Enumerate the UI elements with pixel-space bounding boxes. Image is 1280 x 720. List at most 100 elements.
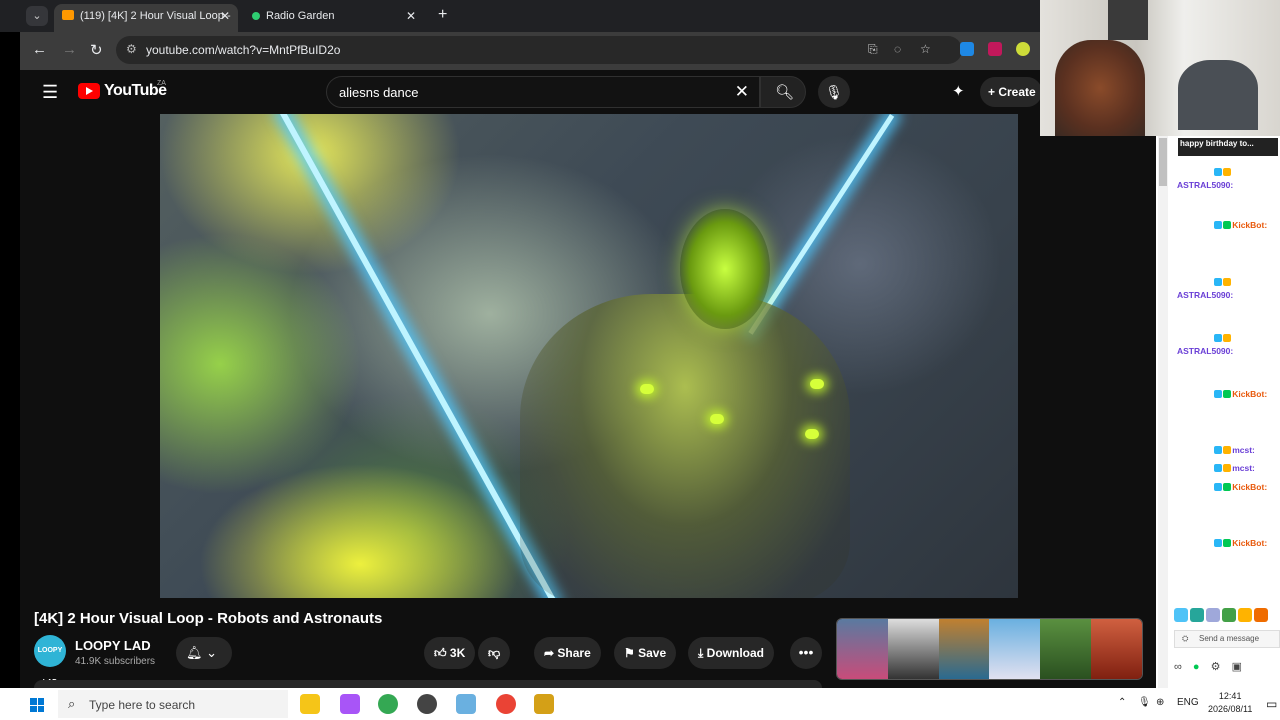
- chrome-icon[interactable]: [378, 694, 398, 714]
- reload-icon[interactable]: ↻: [90, 41, 103, 59]
- emote-icon[interactable]: [1206, 608, 1220, 622]
- gear-icon[interactable]: ⚙: [1211, 661, 1221, 673]
- back-icon[interactable]: ←: [32, 41, 47, 58]
- badge-icon: [1223, 539, 1232, 547]
- thumbnail[interactable]: [837, 619, 888, 679]
- tracking-icon[interactable]: ◌: [894, 42, 901, 56]
- tab-radio-garden[interactable]: Radio Garden ✕: [244, 4, 428, 32]
- emote-icon[interactable]: [1238, 608, 1252, 622]
- badge-icon: [1223, 278, 1232, 286]
- chat-settings-icon[interactable]: ⛭: [1182, 634, 1188, 644]
- bookmark-icon: ⚑: [624, 646, 635, 660]
- clock-time: 12:41: [1218, 691, 1242, 701]
- install-icon[interactable]: ⎘: [868, 42, 878, 57]
- chat-link[interactable]: https://blerp.com/x/mcst: [1177, 518, 1280, 530]
- extension-icon[interactable]: [1016, 42, 1030, 56]
- network-icon[interactable]: ⊕: [1156, 697, 1164, 708]
- description-box[interactable]: [34, 680, 822, 688]
- youtube-logo-icon[interactable]: [78, 83, 100, 99]
- taskbar-search-input[interactable]: ⌕ Type here to search: [58, 690, 288, 718]
- app-icon[interactable]: [534, 694, 554, 714]
- badge-icon: [1223, 464, 1232, 472]
- more-actions-button[interactable]: •••: [790, 637, 822, 669]
- chat-message-text: @JoinR0thschildDisc0rd8: [1177, 563, 1280, 573]
- chat-username[interactable]: mcst:: [1232, 463, 1255, 473]
- chat-link[interactable]: https://blerp.com/x/mcst: [1177, 256, 1280, 268]
- badge-icon: [1214, 168, 1223, 176]
- app-icon[interactable]: [456, 694, 476, 714]
- emote-icon[interactable]: [1222, 608, 1236, 622]
- emote-icon[interactable]: [1174, 608, 1188, 622]
- clock-date: 2026/08/11: [1208, 704, 1253, 714]
- file-explorer-icon[interactable]: [300, 694, 320, 714]
- chat-message: 01:20 AM ASTRAL5090: knew i say it yester…: [1177, 166, 1280, 215]
- save-button[interactable]: ⚑ Save: [614, 637, 677, 669]
- emote-icon[interactable]: [1190, 608, 1204, 622]
- infinity-icon[interactable]: ∞: [1174, 661, 1182, 673]
- tab-close-icon[interactable]: ✕: [406, 4, 416, 28]
- chat-username[interactable]: KickBot:: [1232, 482, 1267, 492]
- thumbnail[interactable]: [1091, 619, 1142, 679]
- download-icon: ⤓: [698, 646, 704, 660]
- search-button[interactable]: 🔍︎: [760, 76, 806, 108]
- chrome-icon[interactable]: [496, 694, 516, 714]
- followers-only-text: Followers only: [1180, 596, 1225, 603]
- chevron-down-icon: ⌄: [206, 645, 218, 660]
- channel-name[interactable]: LOOPY LAD: [75, 638, 151, 653]
- dislike-button[interactable]: 👎︎: [478, 637, 511, 669]
- site-info-icon[interactable]: ⚙: [126, 42, 137, 56]
- windows-start-icon[interactable]: [30, 698, 44, 712]
- channel-avatar[interactable]: LOOPY LAD: [34, 635, 66, 686]
- share-button[interactable]: ➦ Share: [534, 637, 601, 669]
- extension-puzzle-icon[interactable]: ✦: [952, 82, 965, 100]
- create-button[interactable]: + Create: [980, 77, 1042, 107]
- chat-username[interactable]: ASTRAL5090:: [1177, 180, 1233, 190]
- emote-bar[interactable]: [1174, 608, 1268, 622]
- tab-search-dropdown[interactable]: ⌄: [26, 6, 48, 26]
- extension-icon[interactable]: [960, 42, 974, 56]
- chat-scrollbar[interactable]: [1158, 136, 1168, 688]
- chat-input[interactable]: Send a message: [1174, 630, 1280, 648]
- chat-username[interactable]: mcst:: [1232, 445, 1255, 455]
- chat-username[interactable]: ASTRAL5090:: [1177, 290, 1233, 300]
- notification-icon[interactable]: ▭: [1266, 697, 1277, 711]
- bookmark-star-icon[interactable]: ☆: [920, 42, 931, 56]
- app-icon[interactable]: [417, 694, 437, 714]
- microphone-icon[interactable]: 🎙︎: [1138, 697, 1151, 708]
- bag-icon[interactable]: ▣: [1232, 661, 1242, 673]
- taskbar-clock[interactable]: 12:41 2026/08/11: [1208, 690, 1252, 716]
- url-text: youtube.com/watch?v=MntPfBuID2o: [146, 43, 341, 57]
- chat-username[interactable]: KickBot:: [1232, 538, 1267, 548]
- chat-username[interactable]: KickBot:: [1232, 389, 1267, 399]
- chat-username[interactable]: KickBot:: [1232, 220, 1267, 230]
- chat-message: 02:22 AM ASTRAL5090: get your special ecl…: [1177, 332, 1280, 381]
- tab-close-icon[interactable]: ✕: [220, 4, 230, 28]
- chat-scrollbar-thumb[interactable]: [1159, 138, 1167, 186]
- clear-search-icon[interactable]: ✕: [735, 82, 749, 102]
- extension-icon[interactable]: [988, 42, 1002, 56]
- voice-search-icon[interactable]: 🎙︎: [818, 76, 850, 108]
- new-tab-button[interactable]: +: [438, 6, 447, 24]
- chat-link[interactable]: https://blerp.com/x/mcst: [1177, 425, 1280, 437]
- forward-icon[interactable]: →: [62, 41, 77, 58]
- notification-bell-button[interactable]: 🔔︎ ⌄: [176, 637, 232, 669]
- kick-icon[interactable]: ●: [1193, 661, 1200, 673]
- menu-icon[interactable]: ☰: [42, 82, 58, 103]
- chat-timestamp: 02:27 AM: [1177, 390, 1212, 399]
- language-indicator[interactable]: ENG: [1177, 697, 1199, 708]
- video-player[interactable]: [160, 114, 1018, 598]
- chat-username[interactable]: ASTRAL5090:: [1177, 346, 1233, 356]
- app-icon[interactable]: [340, 694, 360, 714]
- tab-youtube[interactable]: (119) [4K] 2 Hour Visual Loop - ✕: [54, 4, 238, 32]
- download-button[interactable]: ⤓ Download: [688, 637, 774, 669]
- search-input[interactable]: aliesns dance ✕: [326, 76, 760, 108]
- like-button[interactable]: 👍︎ 3K: [424, 637, 476, 669]
- thumbnail[interactable]: [989, 619, 1041, 679]
- emote-icon[interactable]: [1254, 608, 1268, 622]
- thumbnail[interactable]: [1040, 619, 1092, 679]
- tray-chevron-icon[interactable]: ⌃: [1118, 697, 1126, 708]
- address-bar[interactable]: ⚙ youtube.com/watch?v=MntPfBuID2o ⎘ ◌ ☆: [116, 36, 962, 64]
- recommended-thumbnails[interactable]: [836, 618, 1143, 680]
- thumbnail[interactable]: [887, 619, 939, 679]
- thumbnail[interactable]: [938, 619, 990, 679]
